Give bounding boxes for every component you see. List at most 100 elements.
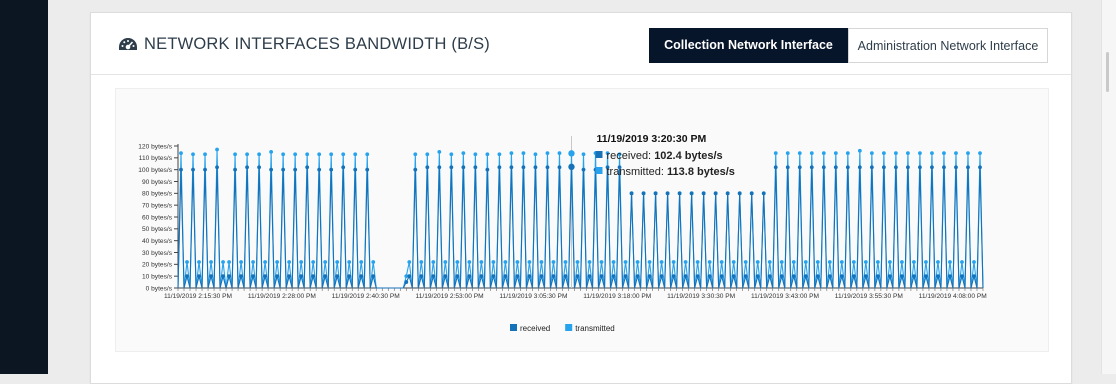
data-point-transmitted bbox=[443, 260, 448, 264]
interface-tabs: Collection Network Interface Administrat… bbox=[649, 28, 1048, 63]
data-point-transmitted bbox=[912, 260, 916, 264]
tab-administration-network-interface[interactable]: Administration Network Interface bbox=[848, 28, 1048, 63]
data-point-received bbox=[966, 165, 970, 170]
data-point-transmitted bbox=[671, 260, 676, 264]
y-tick-label: 90 bytes/s bbox=[142, 179, 173, 186]
data-point-transmitted bbox=[797, 151, 802, 155]
data-point-received bbox=[743, 274, 748, 279]
data-point-received bbox=[924, 274, 928, 279]
data-point-received bbox=[287, 274, 292, 279]
data-point-transmitted bbox=[191, 152, 195, 157]
x-tick-label: 11/19/2019 2:40:30 PM bbox=[332, 293, 400, 300]
data-point-received bbox=[960, 274, 964, 279]
tooltip-row-transmitted: transmitted: 113.8 bytes/s bbox=[606, 166, 734, 178]
data-point-transmitted bbox=[245, 152, 249, 157]
data-point-transmitted bbox=[353, 152, 358, 157]
data-point-transmitted bbox=[978, 151, 982, 155]
data-point-transmitted bbox=[473, 152, 478, 157]
data-point-received bbox=[563, 274, 568, 279]
data-point-received bbox=[815, 274, 820, 279]
data-point-transmitted bbox=[954, 151, 958, 155]
data-point-received bbox=[869, 165, 874, 170]
bandwidth-line-chart[interactable]: 0 bytes/s 10 bytes/s 20 bytes/s 30 bytes/s 4… bbox=[116, 89, 1048, 351]
data-point-transmitted bbox=[906, 151, 910, 155]
data-point-received bbox=[875, 274, 880, 279]
data-point-transmitted bbox=[773, 151, 778, 155]
data-point-received bbox=[791, 274, 796, 279]
data-point-received bbox=[191, 167, 195, 172]
data-point-transmitted bbox=[317, 152, 322, 157]
data-point-received bbox=[491, 274, 496, 279]
data-point-received bbox=[221, 274, 225, 279]
data-point-received bbox=[881, 165, 886, 170]
data-point-received bbox=[281, 167, 286, 172]
data-point-transmitted bbox=[839, 260, 844, 264]
data-point-received bbox=[425, 165, 430, 170]
tab-collection-network-interface[interactable]: Collection Network Interface bbox=[649, 28, 848, 63]
page-scrollbar[interactable] bbox=[1101, 0, 1116, 374]
data-point-transmitted bbox=[827, 260, 832, 264]
data-point-transmitted bbox=[707, 260, 712, 264]
x-tick-label: 11/19/2019 3:18:00 PM bbox=[583, 293, 651, 300]
data-point-transmitted bbox=[563, 260, 568, 264]
data-point-transmitted bbox=[779, 260, 784, 264]
data-point-transmitted bbox=[431, 260, 436, 264]
data-point-received bbox=[731, 274, 736, 279]
data-point-received bbox=[839, 274, 844, 279]
data-point-transmitted bbox=[281, 152, 286, 157]
data-point-transmitted bbox=[568, 150, 575, 157]
data-point-received bbox=[359, 274, 364, 279]
data-point-transmitted bbox=[881, 151, 886, 155]
data-point-transmitted bbox=[659, 260, 664, 264]
tooltip-row-received: received: 102.4 bytes/s bbox=[606, 150, 722, 162]
data-point-received bbox=[413, 167, 418, 172]
bandwidth-panel: NETWORK INTERFACES BANDWIDTH (B/S) Colle… bbox=[90, 12, 1072, 384]
data-point-transmitted bbox=[791, 260, 796, 264]
data-point-transmitted bbox=[491, 260, 496, 264]
data-point-received bbox=[533, 165, 538, 170]
data-point-transmitted bbox=[893, 151, 898, 155]
y-tick-label: 0 bytes/s bbox=[146, 285, 173, 292]
y-tick-label: 10 bytes/s bbox=[142, 273, 173, 280]
data-point-received bbox=[215, 165, 219, 170]
data-point-transmitted bbox=[815, 260, 820, 264]
data-point-received bbox=[539, 274, 544, 279]
data-point-transmitted bbox=[341, 152, 346, 157]
legend-swatch-transmitted bbox=[565, 324, 573, 331]
data-point-transmitted bbox=[461, 151, 466, 155]
data-point-received bbox=[906, 165, 910, 170]
y-tick-label: 50 bytes/s bbox=[142, 226, 173, 233]
y-tick-label: 60 bytes/s bbox=[142, 214, 173, 221]
data-point-transmitted bbox=[851, 260, 856, 264]
data-point-received bbox=[797, 165, 802, 170]
data-point-transmitted bbox=[209, 260, 213, 264]
data-point-transmitted bbox=[936, 260, 940, 264]
y-tick-label: 80 bytes/s bbox=[142, 191, 173, 198]
data-point-received bbox=[647, 274, 652, 279]
data-point-received bbox=[749, 191, 754, 196]
data-point-received bbox=[677, 191, 682, 196]
data-point-received bbox=[918, 165, 922, 170]
data-point-transmitted bbox=[215, 147, 219, 152]
scrollbar-thumb[interactable] bbox=[1106, 52, 1109, 92]
data-point-transmitted bbox=[497, 152, 502, 157]
data-point-received bbox=[737, 191, 742, 196]
data-point-received bbox=[942, 165, 946, 170]
data-point-received bbox=[431, 274, 436, 279]
data-point-received bbox=[575, 274, 580, 279]
data-point-received bbox=[269, 167, 274, 172]
data-point-transmitted bbox=[251, 260, 255, 264]
data-point-transmitted bbox=[545, 151, 550, 155]
data-point-transmitted bbox=[803, 260, 808, 264]
y-tick-label: 100 bytes/s bbox=[138, 167, 172, 174]
data-point-transmitted bbox=[869, 151, 874, 155]
data-point-transmitted bbox=[719, 260, 724, 264]
data-point-transmitted bbox=[551, 260, 556, 264]
data-point-received bbox=[851, 274, 856, 279]
data-point-transmitted bbox=[371, 260, 376, 264]
data-point-received bbox=[629, 191, 634, 196]
data-point-received bbox=[857, 165, 862, 170]
data-point-received bbox=[419, 274, 424, 279]
data-point-received bbox=[443, 274, 448, 279]
data-point-transmitted bbox=[539, 260, 544, 264]
